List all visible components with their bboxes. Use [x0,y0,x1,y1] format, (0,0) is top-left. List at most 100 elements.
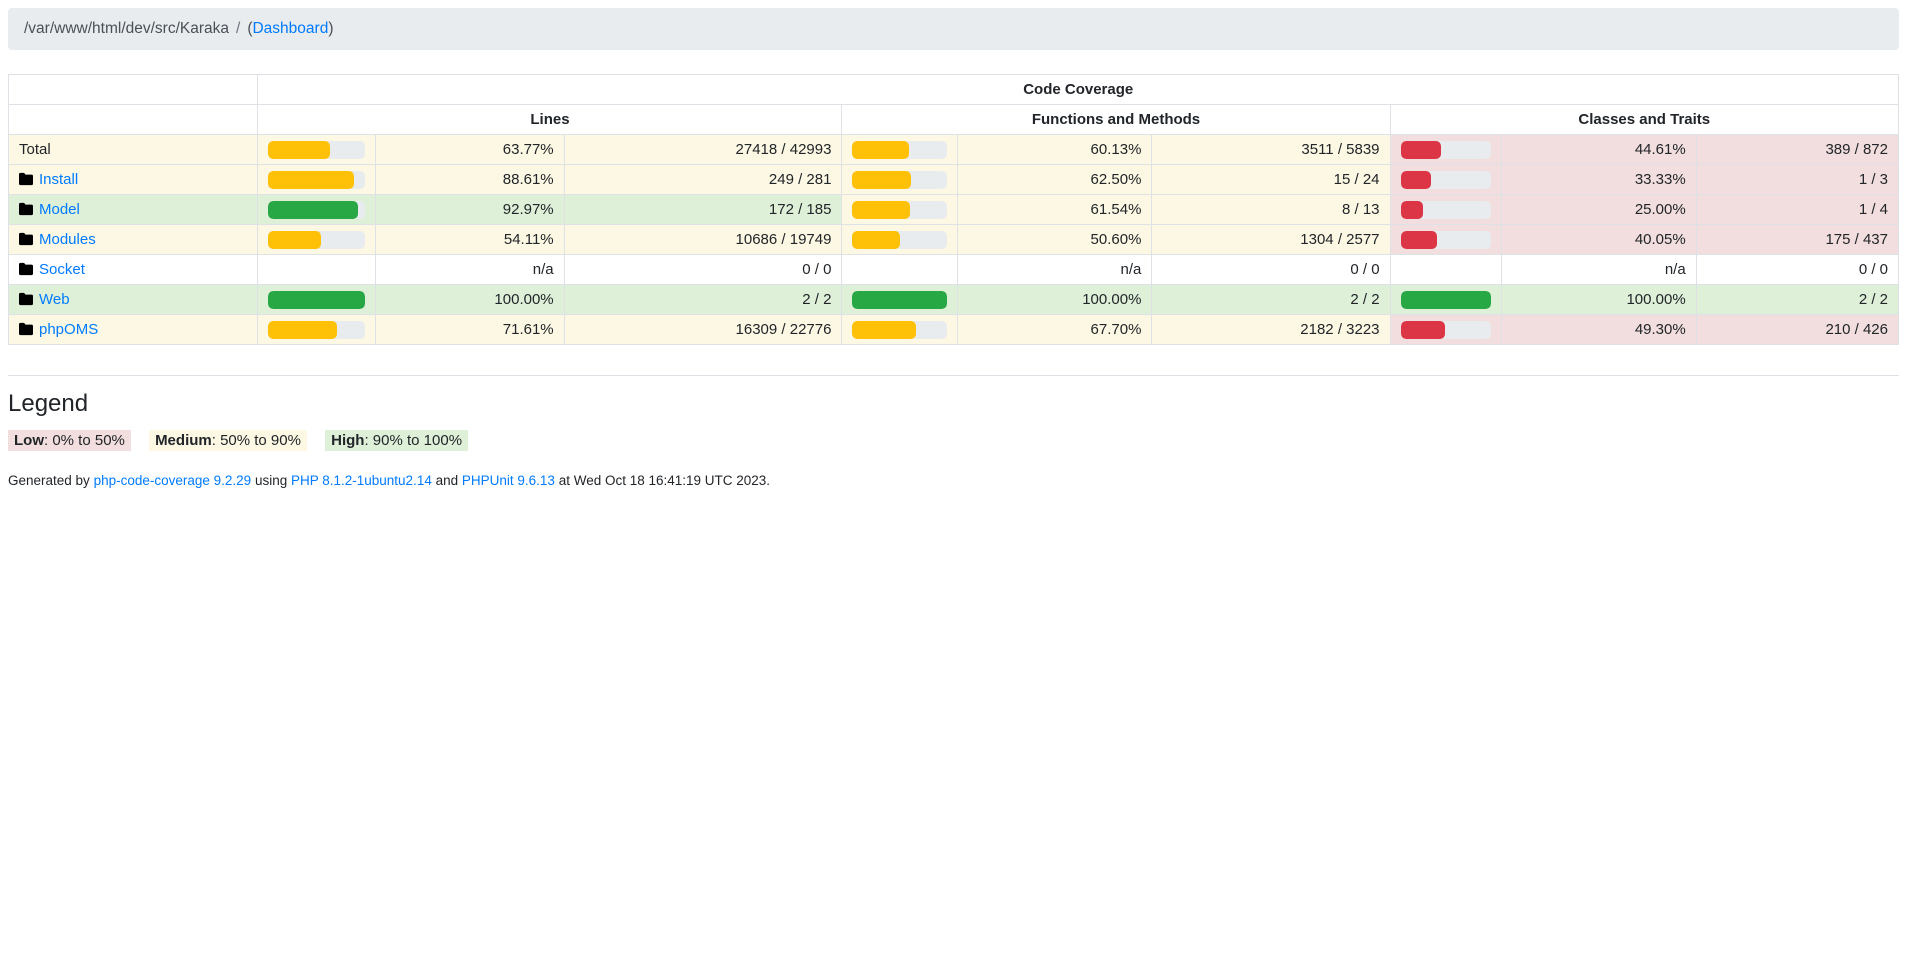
legend-medium-label: Medium [155,432,212,449]
item-name-cell: Model [9,195,258,225]
folder-icon [19,261,39,278]
classes-progress-bar [1401,171,1492,189]
functions-coverage-bar-cell [842,225,957,255]
functions-progress-fill [852,231,900,249]
coverage-table: Code Coverage Lines Functions and Method… [8,74,1899,345]
lines-progress-fill [268,201,357,219]
legend-high: High: 90% to 100% [325,430,468,451]
classes-coverage-bar-cell [1390,195,1502,225]
functions-progress-fill [852,291,946,309]
lines-progress-fill [268,291,364,309]
functions-coverage-bar-cell [842,195,957,225]
classes-progress-fill [1401,171,1431,189]
classes-progress-fill [1401,141,1441,159]
footer-prefix: Generated by [8,473,94,488]
group-header-classes: Classes and Traits [1390,105,1898,135]
lines-coverage-bar-cell [258,255,375,285]
php-link[interactable]: PHP 8.1.2-1ubuntu2.14 [291,473,432,488]
functions-progress-bar [852,231,946,249]
functions-percent: 61.54% [957,195,1152,225]
lines-percent: n/a [375,255,564,285]
classes-progress-bar [1401,321,1492,339]
item-name-cell: Total [9,135,258,165]
classes-count: 2 / 2 [1696,285,1898,315]
lines-count: 2 / 2 [564,285,842,315]
lines-progress-fill [268,141,329,159]
item-link[interactable]: Install [39,171,78,188]
item-label: Total [19,141,51,158]
classes-coverage-bar-cell [1390,315,1502,345]
functions-count: 15 / 24 [1152,165,1390,195]
functions-coverage-bar-cell [842,285,957,315]
breadcrumb-current: (Dashboard) [247,20,333,37]
folder-icon [19,201,39,218]
classes-count: 175 / 437 [1696,225,1898,255]
lines-progress-bar [268,141,364,159]
phpunit-link[interactable]: PHPUnit 9.6.13 [462,473,555,488]
item-link[interactable]: Modules [39,231,96,248]
dashboard-link[interactable]: Dashboard [252,20,328,37]
classes-count: 389 / 872 [1696,135,1898,165]
group-header-functions: Functions and Methods [842,105,1390,135]
classes-percent: n/a [1502,255,1697,285]
lines-progress-bar [268,171,364,189]
functions-percent: 100.00% [957,285,1152,315]
item-link[interactable]: phpOMS [39,321,98,338]
lines-count: 27418 / 42993 [564,135,842,165]
classes-percent: 49.30% [1502,315,1697,345]
functions-percent: 67.70% [957,315,1152,345]
table-row: Install88.61%249 / 28162.50%15 / 2433.33… [9,165,1899,195]
classes-count: 0 / 0 [1696,255,1898,285]
item-link[interactable]: Socket [39,261,85,278]
legend-high-range: : 90% to 100% [364,432,462,449]
functions-percent: 50.60% [957,225,1152,255]
functions-progress-bar [852,141,946,159]
footer-suffix: at Wed Oct 18 16:41:19 UTC 2023. [555,473,770,488]
functions-progress-bar [852,171,946,189]
functions-progress-bar [852,291,946,309]
legend-items: Low: 0% to 50% Medium: 50% to 90% High: … [8,430,1899,451]
functions-count: 2 / 2 [1152,285,1390,315]
legend-heading: Legend [8,390,1899,418]
lines-count: 16309 / 22776 [564,315,842,345]
lines-percent: 71.61% [375,315,564,345]
classes-count: 210 / 426 [1696,315,1898,345]
item-link[interactable]: Web [39,291,70,308]
lines-progress-bar [268,231,364,249]
classes-count: 1 / 3 [1696,165,1898,195]
folder-icon [19,231,39,248]
item-link[interactable]: Model [39,201,80,218]
lines-count: 0 / 0 [564,255,842,285]
lines-coverage-bar-cell [258,135,375,165]
footer-generated: Generated by php-code-coverage 9.2.29 us… [8,473,1899,488]
classes-progress-bar [1401,201,1492,219]
php-code-coverage-link[interactable]: php-code-coverage 9.2.29 [94,473,252,488]
classes-progress-bar [1401,231,1492,249]
item-name-cell: phpOMS [9,315,258,345]
functions-progress-fill [852,321,916,339]
classes-coverage-bar-cell [1390,285,1502,315]
legend-medium: Medium: 50% to 90% [149,430,307,451]
item-name-cell: Install [9,165,258,195]
classes-coverage-bar-cell [1390,225,1502,255]
lines-progress-fill [268,231,320,249]
table-row: Socketn/a0 / 0n/a0 / 0n/a0 / 0 [9,255,1899,285]
lines-percent: 100.00% [375,285,564,315]
legend-low-label: Low [14,432,44,449]
paren-close: ) [328,20,333,37]
breadcrumb: /var/www/html/dev/src/Karaka/(Dashboard) [8,8,1899,50]
table-row: Total63.77%27418 / 4299360.13%3511 / 583… [9,135,1899,165]
item-name-cell: Socket [9,255,258,285]
coverage-table-body: Total63.77%27418 / 4299360.13%3511 / 583… [9,135,1899,345]
lines-progress-bar [268,201,364,219]
lines-coverage-bar-cell [258,315,375,345]
lines-percent: 54.11% [375,225,564,255]
lines-count: 249 / 281 [564,165,842,195]
functions-percent: 60.13% [957,135,1152,165]
classes-percent: 25.00% [1502,195,1697,225]
classes-progress-bar [1401,291,1492,309]
functions-progress-bar [852,321,946,339]
lines-progress-fill [268,171,353,189]
classes-percent: 44.61% [1502,135,1697,165]
classes-coverage-bar-cell [1390,255,1502,285]
